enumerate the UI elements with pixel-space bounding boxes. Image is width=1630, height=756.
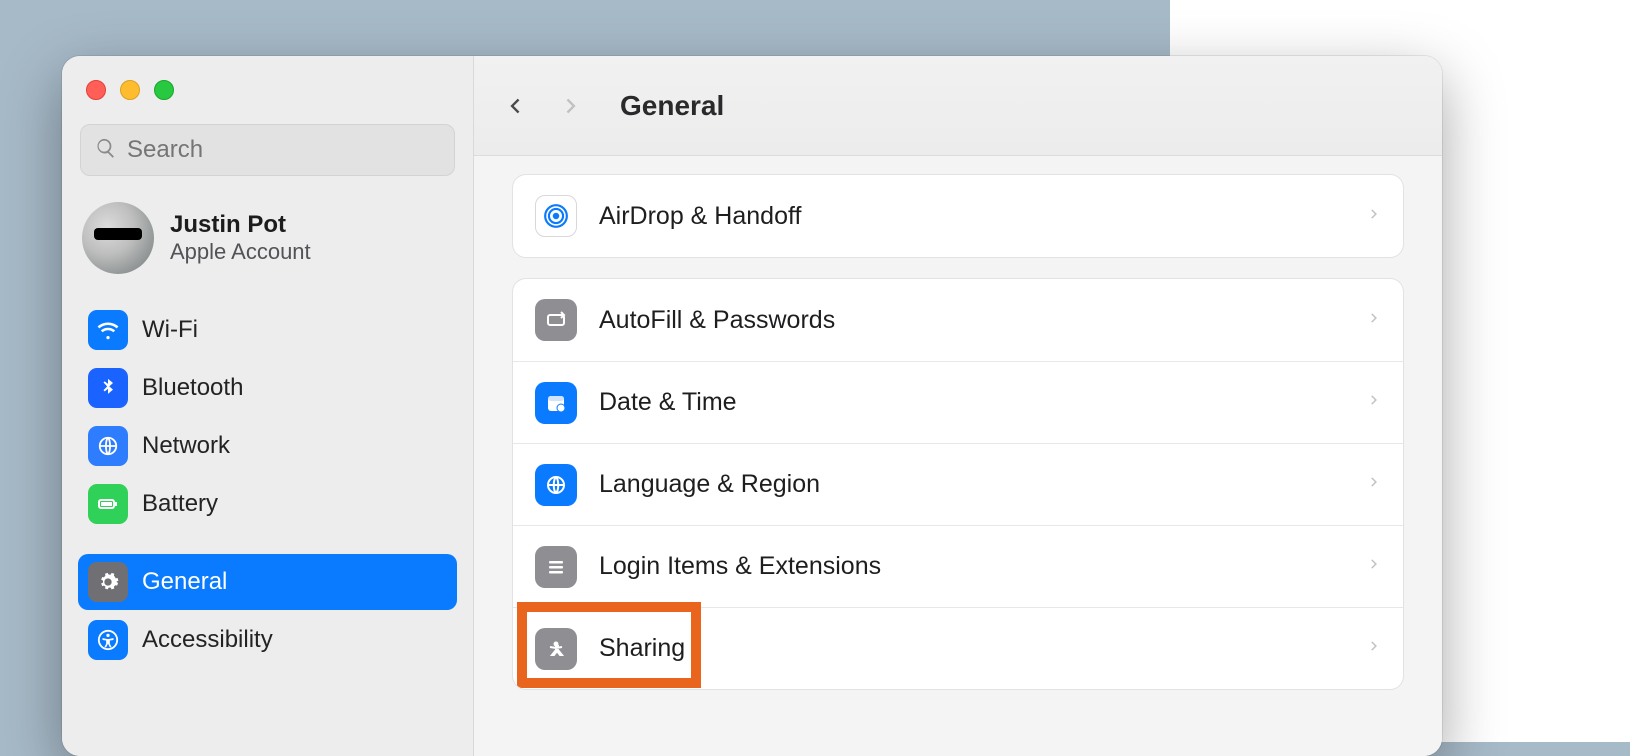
chevron-right-icon	[1367, 635, 1381, 662]
settings-group-1: AirDrop & Handoff	[512, 174, 1404, 258]
globe-icon	[535, 464, 577, 506]
sidebar-item-label: Wi-Fi	[142, 316, 198, 344]
airdrop-icon	[535, 195, 577, 237]
zoom-window-button[interactable]	[154, 80, 174, 100]
wifi-icon	[88, 310, 128, 350]
passwords-icon	[535, 299, 577, 341]
row-autofill-passwords[interactable]: AutoFill & Passwords	[513, 279, 1403, 361]
row-label: Date & Time	[599, 388, 1345, 417]
row-label: Sharing	[599, 634, 1345, 663]
close-window-button[interactable]	[86, 80, 106, 100]
minimize-window-button[interactable]	[120, 80, 140, 100]
row-login-items[interactable]: Login Items & Extensions	[513, 525, 1403, 607]
sidebar-item-network[interactable]: Network	[78, 418, 457, 474]
bluetooth-icon	[88, 368, 128, 408]
sidebar: Justin Pot Apple Account Wi-Fi Bluetooth	[62, 56, 474, 756]
sidebar-item-bluetooth[interactable]: Bluetooth	[78, 360, 457, 416]
forward-button[interactable]	[554, 89, 588, 123]
sharing-icon	[535, 628, 577, 670]
avatar	[82, 202, 154, 274]
account-row[interactable]: Justin Pot Apple Account	[72, 194, 463, 298]
row-label: Login Items & Extensions	[599, 552, 1345, 581]
chevron-right-icon	[1367, 307, 1381, 334]
account-name: Justin Pot	[170, 211, 311, 239]
sidebar-nav: Wi-Fi Bluetooth Network Battery	[72, 298, 463, 672]
sidebar-item-battery[interactable]: Battery	[78, 476, 457, 532]
row-airdrop-handoff[interactable]: AirDrop & Handoff	[513, 175, 1403, 257]
accessibility-icon	[88, 620, 128, 660]
panel-area: AirDrop & Handoff AutoFill & Passwords	[474, 156, 1442, 728]
row-date-time[interactable]: Date & Time	[513, 361, 1403, 443]
account-subtitle: Apple Account	[170, 239, 311, 265]
network-icon	[88, 426, 128, 466]
settings-window: Justin Pot Apple Account Wi-Fi Bluetooth	[62, 56, 1442, 756]
row-label: Language & Region	[599, 470, 1345, 499]
window-controls	[72, 78, 463, 124]
toolbar: General	[474, 56, 1442, 156]
row-label: AutoFill & Passwords	[599, 306, 1345, 335]
row-language-region[interactable]: Language & Region	[513, 443, 1403, 525]
search-icon	[95, 137, 117, 164]
row-sharing[interactable]: Sharing	[513, 607, 1403, 689]
sidebar-item-label: Bluetooth	[142, 374, 243, 402]
sidebar-item-label: Battery	[142, 490, 218, 518]
sidebar-item-accessibility[interactable]: Accessibility	[78, 612, 457, 668]
chevron-right-icon	[1367, 389, 1381, 416]
back-button[interactable]	[498, 89, 532, 123]
row-label: AirDrop & Handoff	[599, 202, 1345, 231]
battery-icon	[88, 484, 128, 524]
settings-group-2: AutoFill & Passwords Date & Time Languag…	[512, 278, 1404, 690]
sidebar-item-label: General	[142, 568, 227, 596]
list-icon	[535, 546, 577, 588]
calendar-icon	[535, 382, 577, 424]
sidebar-item-wifi[interactable]: Wi-Fi	[78, 302, 457, 358]
sidebar-item-label: Accessibility	[142, 626, 273, 654]
chevron-right-icon	[1367, 471, 1381, 498]
page-title: General	[620, 90, 724, 122]
chevron-right-icon	[1367, 553, 1381, 580]
gear-icon	[88, 562, 128, 602]
sidebar-separator	[78, 534, 457, 552]
sidebar-item-label: Network	[142, 432, 230, 460]
search-input[interactable]	[127, 136, 440, 164]
search-field[interactable]	[80, 124, 455, 176]
content-pane: General AirDrop & Handoff	[474, 56, 1442, 756]
sidebar-item-general[interactable]: General	[78, 554, 457, 610]
chevron-right-icon	[1367, 203, 1381, 230]
